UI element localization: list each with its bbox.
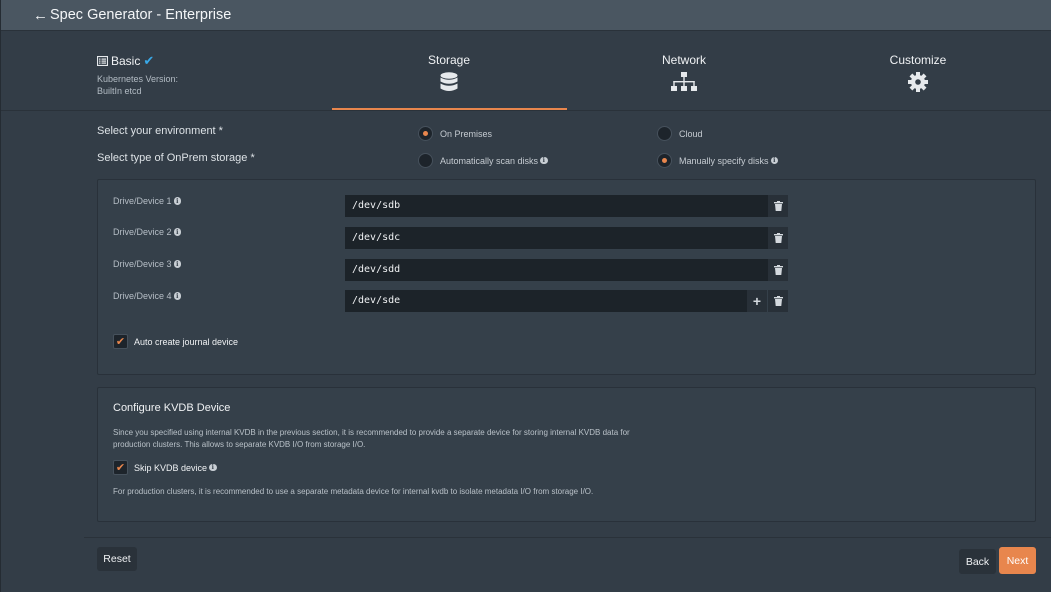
skip-kvdb-label: Skip KVDB device <box>134 462 208 473</box>
radio-label: Automatically scan disks <box>440 155 539 166</box>
trash-icon <box>773 233 783 243</box>
drive-label-4: Drive/Device 4 i <box>113 291 182 301</box>
info-icon[interactable]: i <box>173 228 182 236</box>
gear-icon <box>908 72 928 92</box>
kvdb-section-title: Configure KVDB Device <box>113 402 231 414</box>
radio-cloud[interactable]: Cloud <box>657 126 703 141</box>
info-icon[interactable]: i <box>209 463 217 472</box>
back-arrow-icon[interactable]: ← <box>33 7 48 24</box>
wizard-steps: Basic ✔ Kubernetes Version: BuiltIn etcd… <box>1 31 1051 111</box>
auto-journal-label: Auto create journal device <box>134 336 239 347</box>
checkmark-icon: ✔ <box>143 53 155 68</box>
page-title: Spec Generator - Enterprise <box>50 7 232 23</box>
title-bar: ← Spec Generator - Enterprise <box>1 0 1051 31</box>
drive-input-1[interactable] <box>345 195 768 217</box>
info-icon[interactable]: i <box>540 156 548 165</box>
skip-kvdb-checkbox[interactable]: ✔ <box>113 460 128 475</box>
step-storage-label: Storage <box>427 53 471 67</box>
delete-drive-button[interactable] <box>768 195 788 217</box>
radio-label: On Premises <box>440 128 493 139</box>
info-icon[interactable]: i <box>173 292 182 300</box>
etcd-type-value: BuiltIn etcd <box>97 85 142 96</box>
footer-divider <box>84 537 1051 538</box>
drive-input-3[interactable] <box>345 259 768 281</box>
kvdb-panel: Configure KVDB Device Since you specifie… <box>97 387 1036 522</box>
environment-label: Select your environment * <box>97 125 223 137</box>
delete-drive-button[interactable] <box>768 227 788 249</box>
trash-icon <box>773 265 783 275</box>
step-customize-label: Customize <box>889 53 947 67</box>
step-basic-summary: Kubernetes Version: BuiltIn etcd <box>97 74 178 97</box>
delete-drive-button[interactable] <box>768 290 788 312</box>
drive-label-text: Drive/Device 1 <box>113 196 172 206</box>
skip-kvdb-checkbox-row[interactable]: ✔ Skip KVDB device i <box>113 460 217 475</box>
next-button[interactable]: Next <box>999 547 1036 574</box>
plus-icon: + <box>752 293 762 309</box>
radio-label: Cloud <box>679 128 703 139</box>
steps-divider <box>1 110 1051 111</box>
auto-journal-checkbox[interactable]: ✔ <box>113 334 128 349</box>
drive-label-1: Drive/Device 1 i <box>113 196 182 206</box>
step-customize[interactable]: Customize <box>801 53 1035 92</box>
drive-label-text: Drive/Device 3 <box>113 259 172 269</box>
kvdb-description: Since you specified using internal KVDB … <box>113 428 630 449</box>
step-storage[interactable]: Storage <box>332 53 566 93</box>
step-network-label: Network <box>661 53 706 67</box>
list-icon <box>97 56 108 66</box>
radio-button[interactable] <box>657 126 672 141</box>
kvdb-note: For production clusters, it is recommend… <box>113 487 594 496</box>
step-basic-label: Basic <box>111 54 141 68</box>
storage-type-label: Select type of OnPrem storage * <box>97 152 255 164</box>
info-icon[interactable]: i <box>173 197 182 205</box>
kubernetes-version-label: Kubernetes Version: <box>97 74 179 84</box>
trash-icon <box>773 296 783 306</box>
step-basic-header: Basic ✔ <box>97 53 178 69</box>
add-drive-button[interactable]: + <box>747 290 767 312</box>
drive-input-4[interactable] <box>345 290 747 312</box>
auto-journal-checkbox-row[interactable]: ✔ Auto create journal device <box>113 334 238 349</box>
radio-on-premises[interactable]: On Premises <box>418 126 492 141</box>
database-icon <box>440 72 458 91</box>
radio-manual-disks[interactable]: Manually specify disks i <box>657 153 779 168</box>
step-basic[interactable]: Basic ✔ Kubernetes Version: BuiltIn etcd <box>97 53 178 97</box>
radio-button-selected[interactable] <box>418 126 433 141</box>
radio-button-selected[interactable] <box>657 153 672 168</box>
info-icon[interactable]: i <box>770 156 779 165</box>
drive-label-3: Drive/Device 3 i <box>113 259 182 269</box>
reset-button[interactable]: Reset <box>97 547 137 571</box>
drives-panel: Drive/Device 1 i Drive/Device 2 i Drive/… <box>97 179 1036 375</box>
network-icon <box>671 72 697 91</box>
drive-label-text: Drive/Device 2 <box>113 227 172 237</box>
drive-label-text: Drive/Device 4 <box>113 291 172 301</box>
info-icon[interactable]: i <box>173 260 182 268</box>
drive-label-2: Drive/Device 2 i <box>113 227 182 237</box>
radio-button[interactable] <box>418 153 433 168</box>
back-button[interactable]: Back <box>959 549 996 574</box>
radio-label: Manually specify disks <box>679 155 769 166</box>
delete-drive-button[interactable] <box>768 259 788 281</box>
radio-auto-scan[interactable]: Automatically scan disks i <box>418 153 548 168</box>
drive-input-2[interactable] <box>345 227 768 249</box>
trash-icon <box>773 201 783 211</box>
step-network[interactable]: Network <box>567 53 801 93</box>
